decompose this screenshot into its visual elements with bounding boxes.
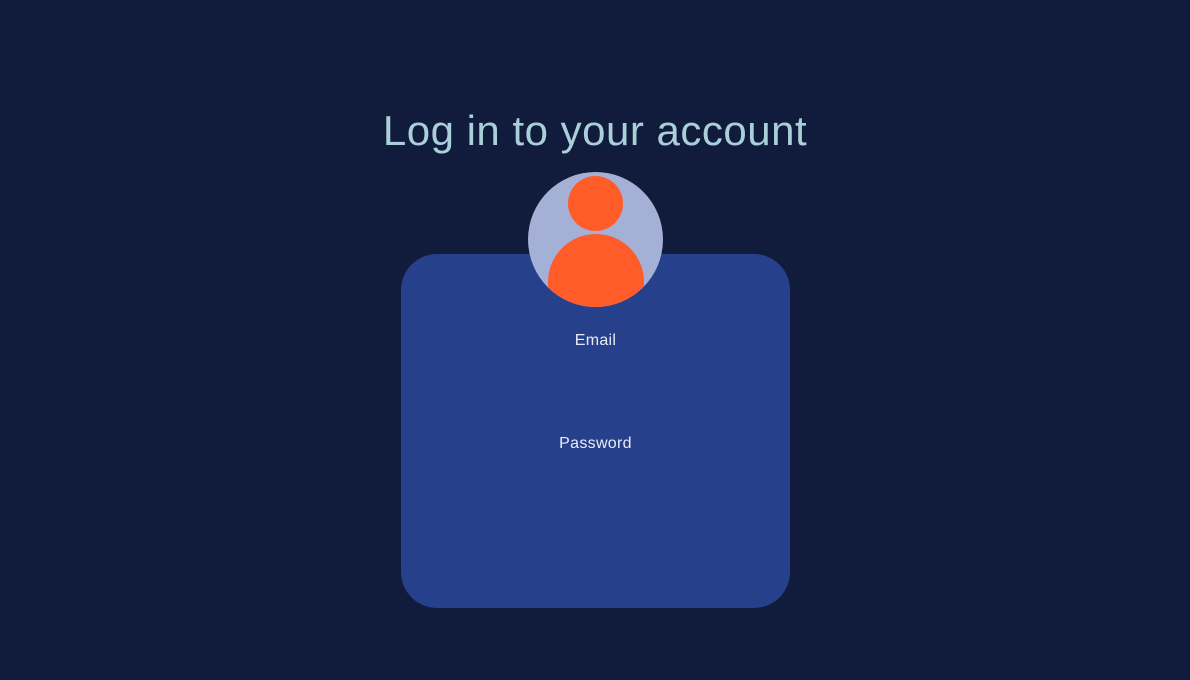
user-icon-body <box>548 234 644 307</box>
avatar <box>528 172 663 307</box>
user-icon-head <box>568 176 623 231</box>
email-label: Email <box>574 332 617 349</box>
page-title: Log in to your account <box>382 107 808 154</box>
email-field[interactable] <box>461 356 730 390</box>
login-card: Email Password <box>401 254 790 608</box>
password-label: Password <box>559 435 632 452</box>
password-field[interactable] <box>461 459 730 493</box>
